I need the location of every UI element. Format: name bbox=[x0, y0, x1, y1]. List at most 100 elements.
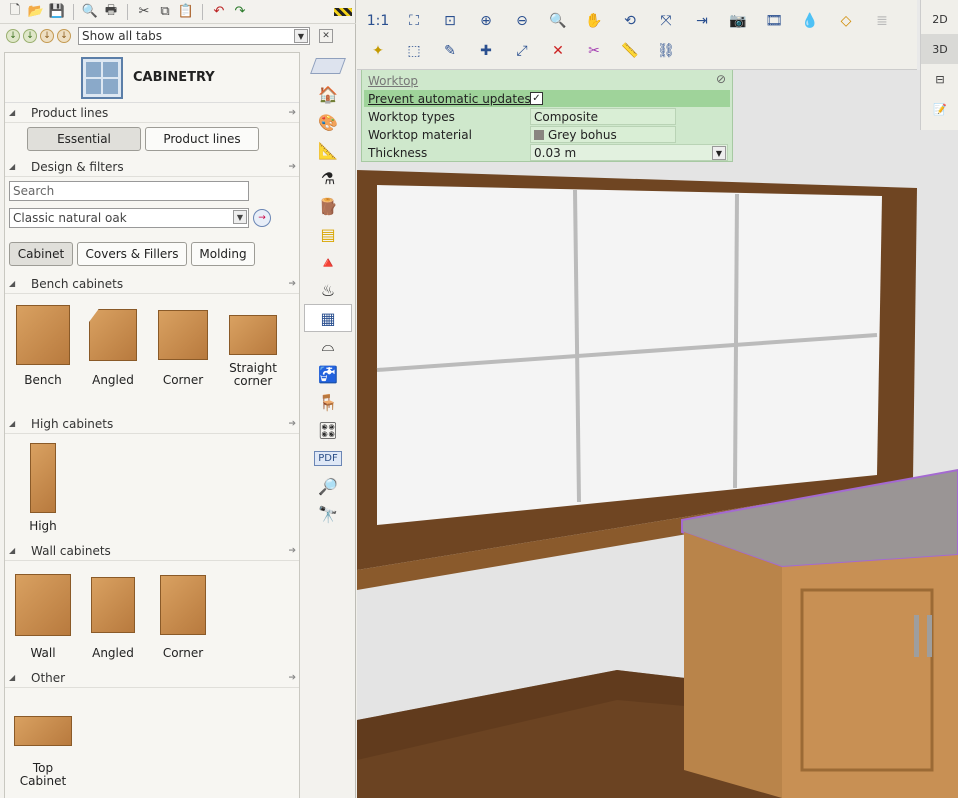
print-preview-icon[interactable]: 🔍 bbox=[81, 3, 99, 21]
thickness-select[interactable]: 0.03 m ▼ bbox=[530, 144, 728, 161]
section-product-lines[interactable]: ◢ Product lines ➔ bbox=[5, 103, 299, 123]
expand-down-icon[interactable]: ↓ bbox=[40, 29, 54, 43]
camera-icon[interactable]: 📷 bbox=[725, 8, 751, 34]
snap-icon[interactable]: ✚ bbox=[473, 38, 499, 64]
3d-scene[interactable] bbox=[357, 70, 958, 798]
catalog-item-corner[interactable]: Corner bbox=[149, 300, 217, 414]
delete-icon[interactable]: ✕ bbox=[545, 38, 571, 64]
zoom-1-1-icon[interactable]: 1:1 bbox=[365, 8, 391, 34]
zoom-window-icon[interactable]: 🔍 bbox=[545, 8, 571, 34]
chevron-down-icon[interactable]: ▼ bbox=[294, 29, 308, 43]
cabinetry-tab-icon[interactable]: ▦ bbox=[304, 304, 352, 332]
zoom-extents-icon[interactable]: ⊡ bbox=[437, 8, 463, 34]
unlink-icon[interactable]: ⛓ bbox=[653, 38, 679, 64]
worktop-types-value[interactable]: Composite bbox=[530, 108, 676, 125]
material-drop-icon[interactable]: 💧 bbox=[797, 8, 823, 34]
print-icon[interactable]: 🖶 bbox=[102, 3, 120, 21]
catalog-item-top-cabinet[interactable]: Top Cabinet bbox=[9, 704, 77, 788]
pdf-icon[interactable]: PDF bbox=[308, 444, 348, 472]
select-region-icon[interactable]: ⬚ bbox=[401, 38, 427, 64]
product-lines-button[interactable]: Product lines bbox=[145, 127, 259, 151]
section-wall-cabinets[interactable]: ◢ Wall cabinets ➔ bbox=[5, 541, 299, 561]
annotation-icon[interactable]: ✎ bbox=[437, 38, 463, 64]
house-icon[interactable]: 🏠 bbox=[308, 80, 348, 108]
wall-icon[interactable] bbox=[308, 52, 348, 80]
floor-tile-icon[interactable]: 🪵 bbox=[308, 192, 348, 220]
catalog-item-high[interactable]: High bbox=[9, 440, 77, 541]
cooking-pot-icon[interactable]: ♨ bbox=[308, 276, 348, 304]
view-2d-button[interactable]: 2D bbox=[921, 4, 958, 34]
apply-style-icon[interactable]: → bbox=[253, 209, 271, 227]
ruler-icon[interactable]: 📏 bbox=[617, 38, 643, 64]
copy-icon[interactable]: ⧉ bbox=[156, 3, 174, 21]
section-label: Product lines bbox=[31, 105, 109, 120]
prevent-updates-checkbox[interactable]: ✓ bbox=[530, 92, 543, 105]
3d-viewport[interactable]: 1:1 ⛶ ⊡ ⊕ ⊖ 🔍 ✋ ⟲ ⤧ ⇥ 📷 🎞 💧 ◇ ≣ ✦ ⬚ ✎ ✚ … bbox=[357, 0, 958, 798]
search-input[interactable]: Search bbox=[9, 181, 249, 201]
catalog-item-corner[interactable]: Corner bbox=[149, 567, 217, 668]
section-bench-cabinets[interactable]: ◢ Bench cabinets ➔ bbox=[5, 274, 299, 294]
zoom-in-icon[interactable]: ⊕ bbox=[473, 8, 499, 34]
catalog-item-wall[interactable]: Wall bbox=[9, 567, 77, 668]
zoom-out-icon[interactable]: ⊖ bbox=[509, 8, 535, 34]
collapse-triangle-icon: ◢ bbox=[9, 108, 16, 117]
search-report-icon[interactable]: 🔎 bbox=[308, 472, 348, 500]
catalog-item-straight-corner[interactable]: Straight corner bbox=[219, 300, 287, 414]
zoom-selection-icon[interactable]: ⛶ bbox=[401, 8, 427, 34]
cabinet-filter-button[interactable]: Cabinet bbox=[9, 242, 73, 266]
chevron-down-icon[interactable]: ▼ bbox=[712, 146, 726, 160]
new-file-icon[interactable]: 🗋 bbox=[6, 3, 24, 21]
view-3d-button[interactable]: 3D bbox=[921, 34, 958, 64]
walk-through-icon[interactable]: ⇥ bbox=[689, 8, 715, 34]
close-icon[interactable]: ✕ bbox=[319, 29, 333, 43]
left-panel: 🗋 📂 💾 🔍 🖶 ✂ ⧉ 📋 ↶ ↷ ↓ ↓ ↓ ↓ Show all tab… bbox=[0, 0, 356, 798]
edit-note-icon[interactable]: 📝 bbox=[921, 94, 958, 124]
resize-arrows-icon[interactable]: ◇ bbox=[833, 8, 859, 34]
section-other[interactable]: ◢ Other ➔ bbox=[5, 668, 299, 688]
catalog-item-bench[interactable]: Bench bbox=[9, 300, 77, 414]
chevron-down-icon[interactable]: ▼ bbox=[233, 210, 247, 224]
save-icon[interactable]: 💾 bbox=[48, 3, 66, 21]
lamp-icon[interactable]: 🔺 bbox=[308, 248, 348, 276]
cut-to-icon[interactable]: ✂ bbox=[581, 38, 607, 64]
style-select[interactable]: Classic natural oak ▼ bbox=[9, 208, 249, 228]
section-view-icon[interactable]: ⊟ bbox=[921, 64, 958, 94]
expand-down-icon[interactable]: ↓ bbox=[57, 29, 71, 43]
bench-cabinet-list: Bench Angled Corner Straight corner bbox=[5, 294, 299, 414]
appliance-icon[interactable]: 🎛 bbox=[308, 416, 348, 444]
catalog-item-angled[interactable]: Angled bbox=[79, 300, 147, 414]
fit-view-icon[interactable]: ⤧ bbox=[653, 8, 679, 34]
open-folder-icon[interactable]: 📂 bbox=[27, 3, 45, 21]
expand-down-icon[interactable]: ↓ bbox=[6, 29, 20, 43]
molding-filter-button[interactable]: Molding bbox=[191, 242, 255, 266]
measure-tools-icon[interactable]: 📐 bbox=[308, 136, 348, 164]
warning-stripe-icon[interactable] bbox=[334, 7, 352, 16]
covers-fillers-filter-button[interactable]: Covers & Fillers bbox=[77, 242, 187, 266]
arch-icon[interactable]: ⌓ bbox=[308, 332, 348, 360]
undo-icon[interactable]: ↶ bbox=[210, 3, 228, 21]
properties-icon[interactable]: ≣ bbox=[869, 8, 895, 34]
faucet-icon[interactable]: 🚰 bbox=[308, 360, 348, 388]
expand-down-icon[interactable]: ↓ bbox=[23, 29, 37, 43]
tab-filter-select[interactable]: Show all tabs ▼ bbox=[78, 27, 310, 45]
paint-swatches-icon[interactable]: 🎨 bbox=[308, 108, 348, 136]
flask-icon[interactable]: ⚗ bbox=[308, 164, 348, 192]
section-design-filters[interactable]: ◢ Design & filters ➔ bbox=[5, 157, 299, 177]
drawer-icon[interactable]: ▤ bbox=[308, 220, 348, 248]
worktop-material-field[interactable]: Grey bohus bbox=[530, 126, 676, 143]
render-film-icon[interactable]: 🎞 bbox=[761, 8, 787, 34]
essential-button[interactable]: Essential bbox=[27, 127, 141, 151]
rotate-view-icon[interactable]: ⟲ bbox=[617, 8, 643, 34]
catalog-item-angled[interactable]: Angled bbox=[79, 567, 147, 668]
align-icon[interactable]: ⤢ bbox=[509, 38, 535, 64]
redo-icon[interactable]: ↷ bbox=[231, 3, 249, 21]
hide-eye-icon[interactable]: ⊘ bbox=[716, 72, 726, 86]
section-high-cabinets[interactable]: ◢ High cabinets ➔ bbox=[5, 414, 299, 434]
paste-icon[interactable]: 📋 bbox=[177, 3, 195, 21]
magic-wand-icon[interactable]: ✦ bbox=[365, 38, 391, 64]
wall-cabinet-list: Wall Angled Corner bbox=[5, 561, 299, 668]
furniture-icon[interactable]: 🪑 bbox=[308, 388, 348, 416]
pan-hand-icon[interactable]: ✋ bbox=[581, 8, 607, 34]
cut-icon[interactable]: ✂ bbox=[135, 3, 153, 21]
binoculars-icon[interactable]: 🔭 bbox=[308, 500, 348, 528]
